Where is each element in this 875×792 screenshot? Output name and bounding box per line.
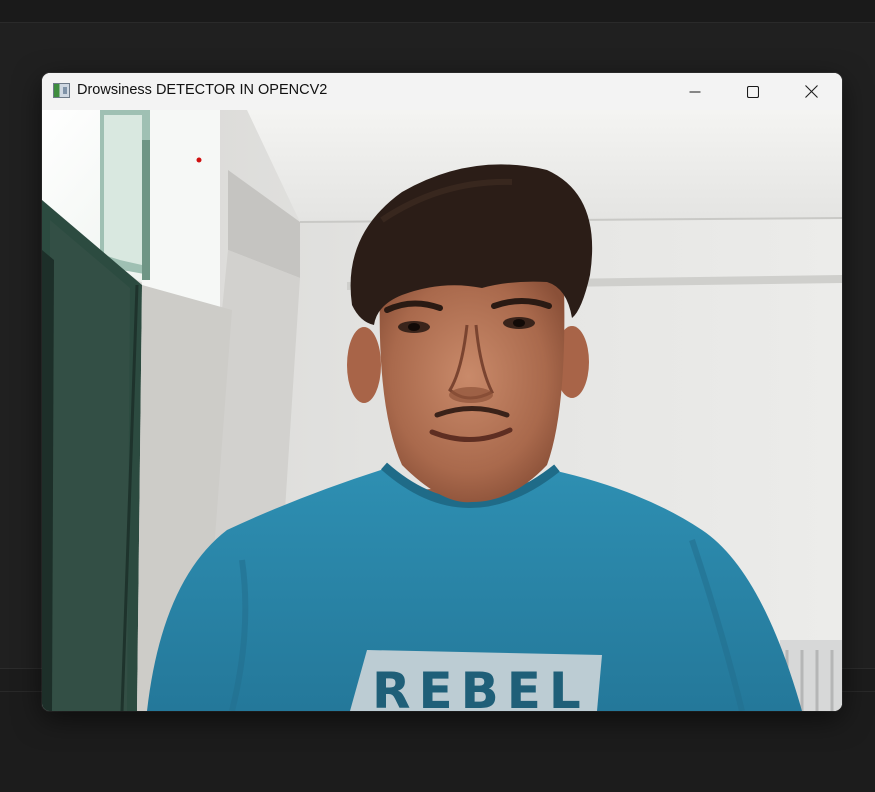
maximize-icon — [747, 85, 759, 98]
detection-marker — [196, 157, 202, 163]
background-app-top-bar — [0, 0, 875, 23]
shirt-print-text: REBEL — [372, 662, 589, 711]
camera-frame-image: REBEL — [42, 110, 842, 711]
drowsiness-detector-window[interactable]: Drowsiness DETECTOR IN OPENCV2 REBEL — [42, 73, 842, 711]
close-button[interactable] — [782, 73, 840, 110]
opencv-window-icon — [53, 83, 70, 98]
desktop: Drowsiness DETECTOR IN OPENCV2 REBEL — [0, 0, 875, 792]
camera-feed: REBEL — [42, 110, 842, 711]
window-titlebar[interactable]: Drowsiness DETECTOR IN OPENCV2 — [42, 73, 842, 110]
close-icon — [804, 85, 818, 98]
minimize-icon — [689, 91, 701, 92]
window-title: Drowsiness DETECTOR IN OPENCV2 — [77, 82, 328, 98]
minimize-button[interactable] — [666, 73, 724, 110]
maximize-button[interactable] — [724, 73, 782, 110]
